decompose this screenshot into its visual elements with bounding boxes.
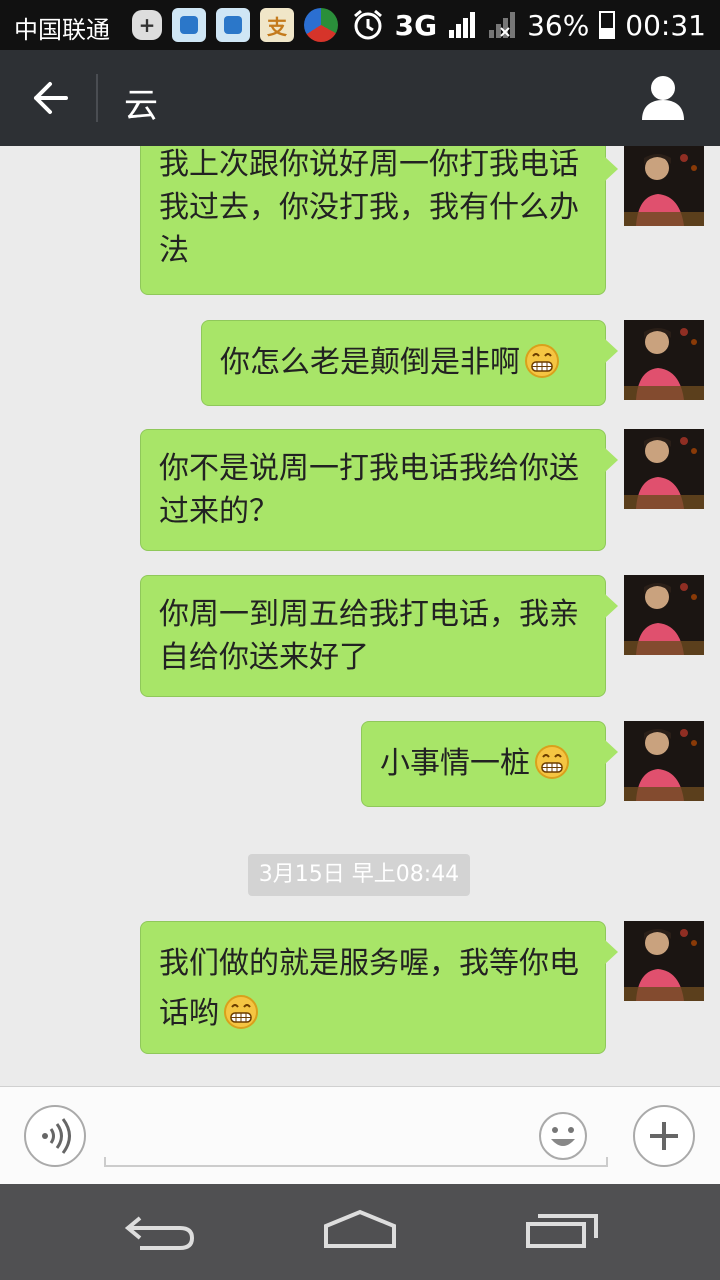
add-button[interactable]	[633, 1105, 695, 1167]
status-bar: 中国联通 + 支 3G 36% 00:31	[0, 0, 720, 50]
battery-icon	[599, 11, 616, 39]
message-bubble[interactable]: 小事情一桩	[361, 721, 618, 807]
alipay-icon: 支	[260, 8, 294, 42]
person-icon[interactable]	[640, 74, 686, 122]
add-notification-icon: +	[132, 10, 162, 40]
avatar[interactable]	[624, 320, 704, 400]
clock: 00:31	[625, 8, 706, 42]
message-bubble[interactable]: 你周一到周五给我打电话，我亲自给你送来好了	[140, 575, 618, 697]
message-bubble[interactable]: 你怎么老是颠倒是非啊	[201, 320, 618, 406]
network-type: 3G	[394, 8, 438, 42]
message-text: 我上次跟你说好周一你打我电话我过去，你没打我，我有什么办法	[159, 147, 579, 268]
nav-home-icon[interactable]	[320, 1208, 400, 1258]
person-photo-icon	[624, 921, 704, 1001]
app-notification-icon	[172, 8, 206, 42]
avatar[interactable]	[624, 721, 704, 801]
app-notification-icon	[216, 8, 250, 42]
signal-off-icon	[489, 12, 516, 38]
colorful-app-icon	[304, 8, 338, 42]
system-nav-bar	[0, 1184, 720, 1280]
message-text: 我们做的就是服务喔，我等你电话哟	[159, 946, 579, 1031]
person-photo-icon	[624, 146, 704, 226]
system-status: 3G 36% 00:31	[351, 8, 706, 42]
emoji-button[interactable]	[538, 1111, 588, 1161]
chat-header: 云	[0, 50, 720, 146]
signal-icon	[449, 12, 476, 38]
grin-emoji-icon	[224, 995, 258, 1029]
message-list: 我上次跟你说好周一你打我电话我过去，你没打我，我有什么办法 你怎么老是颠倒是非啊…	[0, 146, 720, 1086]
grin-emoji-icon	[525, 344, 559, 378]
person-photo-icon	[624, 721, 704, 801]
message-text: 你不是说周一打我电话我给你送过来的？	[159, 451, 579, 529]
message-text: 你怎么老是颠倒是非啊	[220, 345, 520, 380]
person-photo-icon	[624, 575, 704, 655]
message-bubble[interactable]: 我上次跟你说好周一你打我电话我过去，你没打我，我有什么办法	[140, 146, 618, 295]
voice-icon	[42, 1118, 71, 1154]
nav-recents-icon[interactable]	[520, 1208, 600, 1258]
message-text: 小事情一桩	[380, 746, 530, 781]
chat-title: 云	[124, 86, 158, 126]
avatar[interactable]	[624, 921, 704, 1001]
notification-icons: + 支	[132, 8, 338, 42]
avatar[interactable]	[624, 146, 704, 226]
person-photo-icon	[624, 429, 704, 509]
message-input[interactable]	[104, 1117, 608, 1167]
message-bubble[interactable]: 你不是说周一打我电话我给你送过来的？	[140, 429, 618, 551]
message-bubble[interactable]: 我们做的就是服务喔，我等你电话哟	[140, 921, 618, 1054]
carrier-name: 中国联通	[14, 16, 110, 44]
battery-percent: 36%	[527, 8, 590, 42]
avatar[interactable]	[624, 429, 704, 509]
smiley-icon	[539, 1112, 587, 1160]
alarm-icon	[353, 9, 382, 40]
person-photo-icon	[624, 320, 704, 400]
message-text: 你周一到周五给我打电话，我亲自给你送来好了	[159, 597, 579, 675]
header-divider	[96, 74, 98, 122]
avatar[interactable]	[624, 575, 704, 655]
plus-icon	[650, 1122, 678, 1150]
back-arrow-icon[interactable]	[28, 76, 72, 120]
timestamp: 3月15日 早上08:44	[248, 854, 470, 896]
voice-button[interactable]	[24, 1105, 86, 1167]
input-bar	[0, 1086, 720, 1184]
nav-back-icon[interactable]	[120, 1208, 200, 1258]
grin-emoji-icon	[535, 745, 569, 779]
